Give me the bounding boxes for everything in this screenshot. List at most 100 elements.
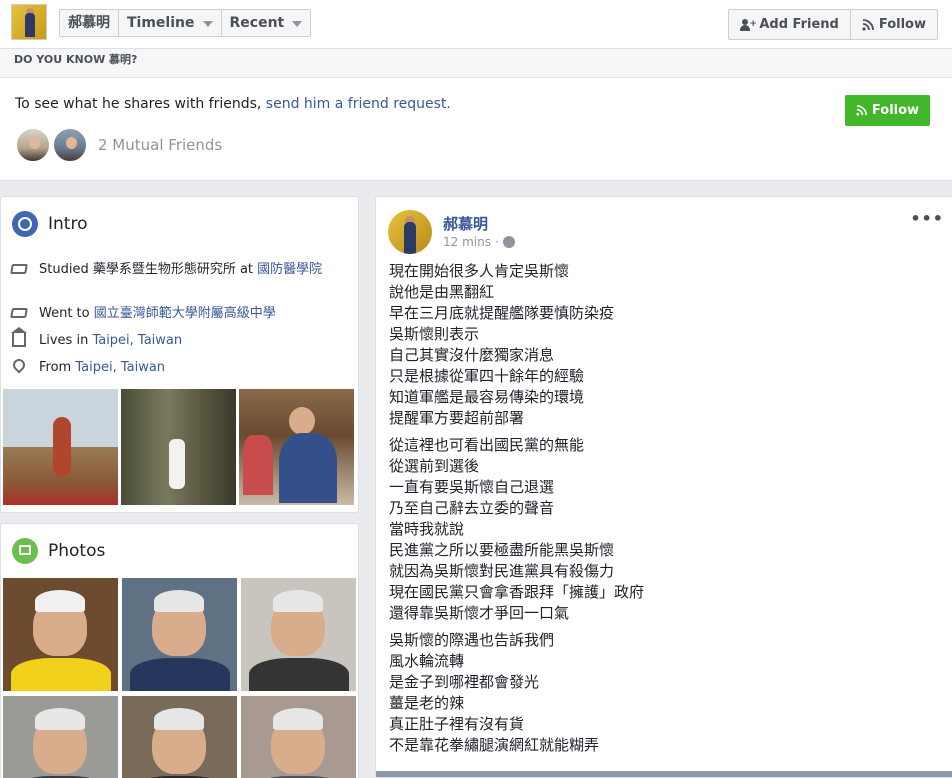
intro-item-prefix: Went to [39,306,94,321]
post-paragraph: 吳斯懷的際遇也告訴我們 風水輪流轉是金子到哪裡都會發光 薑是老的辣真正肚子裡有沒有貨… [389,630,929,756]
send-friend-request-link[interactable]: send him a friend request. [266,96,451,112]
location-pin-icon [10,356,29,376]
photos-card: Photos [0,523,359,778]
photos-grid [3,578,356,778]
intro-item-link[interactable]: Taipei, Taiwan [92,333,182,348]
follow-green-button[interactable]: Follow [845,95,930,126]
mutual-friends-count[interactable]: 2 Mutual Friends [98,136,222,154]
meta-separator: · [494,235,499,249]
intro-item-link[interactable]: Taipei, Taiwan [75,360,165,375]
profile-tabs: 郝慕明 Timeline Recent [59,9,312,37]
home-icon [11,327,29,349]
post-paragraph: 現在開始很多人肯定吳斯懷 說他是由黑翻紅早在三月底就提醒艦隊要慎防染疫 吳斯懷則表示… [389,261,929,429]
chevron-down-icon [292,21,303,27]
follow-button[interactable]: Follow [851,10,937,39]
intro-card: Intro Studied 藥學系暨生物形態研究所 at 國防醫學院 Went … [0,196,359,513]
post-line: 提醒軍方要超前部署 [389,409,525,427]
post-card: 郝慕明 12 mins · ••• 現在開始很多人肯定吳斯懷 說他是由黑翻紅早在三… [375,196,952,778]
intro-item-studied: Studied 藥學系暨生物形態研究所 at 國防醫學院 [10,261,329,278]
photo-thumbnail[interactable] [3,578,118,691]
globe-icon [12,211,38,237]
do-you-know-header: DO YOU KNOW 慕明? [0,49,952,78]
post-line: 吳斯懷的際遇也告訴我們 [389,631,555,649]
post-line: 還得靠吳斯懷才爭回一口氣 [389,604,570,622]
graduation-cap-icon [10,261,29,278]
intro-item-went-to: Went to 國立臺灣師範大學附屬高級中學 [10,305,329,322]
post-line: 吳斯懷則表示 [389,325,480,343]
post-line: 就因為吳斯懷對民進黨具有殺傷力 [389,562,615,580]
post-line: 只是根據從軍四十餘年的經驗 [389,367,585,385]
post-line: 不是靠花拳繡腿演網紅就能糊弄 [389,736,600,754]
post-line: 自己其實沒什麼獨家消息 [389,346,555,364]
mutual-friend-avatar[interactable] [15,127,51,163]
photo-thumbnail[interactable] [241,578,356,691]
profile-name-tab[interactable]: 郝慕明 [60,10,119,36]
globe-icon[interactable] [502,236,515,248]
intro-item-prefix: Lives in [39,333,93,348]
profile-actions: + Add Friend Follow [728,9,938,40]
follow-label: Follow [878,17,926,32]
intro-item-lives-in: Lives in Taipei, Taiwan [11,327,329,349]
timeline-label: Timeline [127,14,195,31]
follow-green-label: Follow [871,103,920,118]
post-author-name[interactable]: 郝慕明 [443,213,488,234]
photo-thumbnail[interactable] [3,696,118,778]
post-meta: 12 mins · [443,235,515,249]
post-line: 薑是老的辣 [389,694,465,712]
post-line: 從這裡也可看出國民黨的無能 [389,436,585,454]
post-line: 從選前到選後 [389,457,480,475]
post-line: 現在開始很多人肯定吳斯懷 [389,262,570,280]
post-line: 知道軍艦是最容易傳染的環境 [389,388,585,406]
do-you-know-heading: DO YOU KNOW 慕明? [14,53,138,66]
post-line: 民進黨之所以要極盡所能黑吳斯懷 [389,541,615,559]
friend-request-message: To see what he shares with friends, send… [15,96,451,112]
featured-photo[interactable] [121,389,236,505]
add-friend-label: Add Friend [759,17,839,32]
rss-icon [856,105,867,116]
intro-header: Intro [12,211,87,237]
post-line: 說他是由黑翻紅 [389,283,495,301]
featured-photos [3,389,354,505]
post-line: 現在國民黨只會拿香跟拜「擁護」政府 [389,583,645,601]
do-you-know-panel: To see what he shares with friends, send… [0,78,952,181]
post-line: 風水輪流轉 [389,652,465,670]
post-author-avatar[interactable] [388,210,432,254]
photo-icon [12,538,38,564]
photos-header: Photos [12,538,105,564]
mutual-friends[interactable]: 2 Mutual Friends [15,127,222,163]
chevron-down-icon [202,21,213,27]
featured-photo[interactable] [3,389,118,505]
photo-thumbnail[interactable] [241,696,356,778]
add-friend-icon: + [740,18,757,31]
photo-thumbnail[interactable] [122,696,237,778]
intro-item-link[interactable]: 國立臺灣師範大學附屬高級中學 [94,306,276,321]
post-line: 當時我就說 [389,520,465,538]
timeline-tab[interactable]: Timeline [119,10,222,36]
post-attachment-edge [376,771,952,777]
intro-item-prefix: From [39,360,76,375]
photo-thumbnail[interactable] [122,578,237,691]
post-line: 乃至自己辭去立委的聲音 [389,499,555,517]
post-line: 是金子到哪裡都會發光 [389,673,540,691]
post-paragraph: 從這裡也可看出國民黨的無能 從選前到選後一直有要吳斯懷自己退選 乃至自己辭去立委的聲… [389,435,929,624]
add-friend-button[interactable]: + Add Friend [729,10,851,39]
recent-tab[interactable]: Recent [222,10,311,36]
post-line: 早在三月底就提醒艦隊要慎防染疫 [389,304,615,322]
post-line: 真正肚子裡有沒有貨 [389,715,525,733]
rss-icon [862,18,874,31]
intro-title: Intro [48,214,88,234]
graduation-cap-icon [10,305,29,322]
photos-title: Photos [48,541,106,561]
mutual-friend-avatar[interactable] [52,127,88,163]
post-line: 一直有要吳斯懷自己退選 [389,478,555,496]
more-options-icon[interactable]: ••• [910,209,944,228]
intro-item-from: From Taipei, Taiwan [10,356,329,376]
featured-photo[interactable] [239,389,354,505]
intro-item-link[interactable]: 國防醫學院 [257,262,322,277]
friend-request-prefix: To see what he shares with friends, [15,96,266,112]
post-timestamp[interactable]: 12 mins [443,235,491,249]
post-body: 現在開始很多人肯定吳斯懷 說他是由黑翻紅早在三月底就提醒艦隊要慎防染疫 吳斯懷則表示… [389,261,929,762]
profile-nav-bar: 郝慕明 Timeline Recent + Add Friend Follow [0,0,952,49]
recent-label: Recent [229,14,285,31]
profile-avatar-thumb[interactable] [11,4,47,40]
